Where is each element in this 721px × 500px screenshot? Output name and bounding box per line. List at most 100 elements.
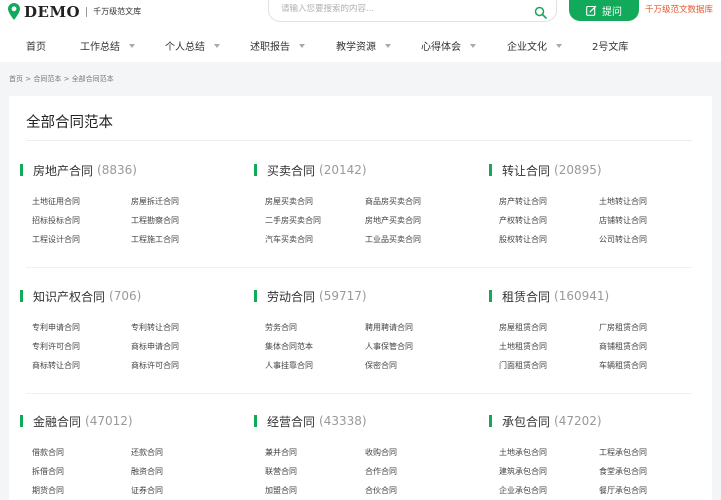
contract-link[interactable]: 集体合同范本 bbox=[265, 341, 313, 352]
contract-link[interactable]: 房屋租赁合同 bbox=[499, 322, 547, 333]
nav-label: 工作总结 bbox=[80, 42, 120, 53]
contract-link[interactable]: 土地承包合同 bbox=[499, 447, 547, 458]
section-header[interactable]: 租赁合同 (160941) bbox=[489, 289, 609, 304]
logo-subtitle: 千万级范文库 bbox=[86, 7, 141, 17]
contract-link[interactable]: 房地产买卖合同 bbox=[365, 215, 421, 226]
contract-link[interactable]: 餐厅承包合同 bbox=[599, 485, 647, 496]
nav-item-personal-summary[interactable]: 个人总结 bbox=[165, 38, 220, 53]
nav-item-experience[interactable]: 心得体会 bbox=[421, 38, 476, 53]
contract-link[interactable]: 车辆租赁合同 bbox=[599, 360, 647, 371]
contract-link[interactable]: 工程设计合同 bbox=[32, 234, 80, 245]
site-logo[interactable]: DEMO 千万级范文库 bbox=[8, 0, 141, 24]
contract-link[interactable]: 劳务合同 bbox=[265, 322, 297, 333]
contract-link[interactable]: 土地征用合同 bbox=[32, 196, 80, 207]
contract-link[interactable]: 食堂承包合同 bbox=[599, 466, 647, 477]
contract-link[interactable]: 企业承包合同 bbox=[499, 485, 547, 496]
section-count: (8836) bbox=[97, 163, 137, 177]
contract-link[interactable]: 二手房买卖合同 bbox=[265, 215, 321, 226]
nav-item-work-summary[interactable]: 工作总结 bbox=[80, 38, 135, 53]
contract-link[interactable]: 合伙合同 bbox=[365, 485, 397, 496]
section-title: 租赁合同 bbox=[502, 289, 551, 304]
nav-item-report[interactable]: 述职报告 bbox=[250, 38, 305, 53]
section-header[interactable]: 买卖合同 (20142) bbox=[254, 163, 367, 178]
contract-link[interactable]: 兼并合同 bbox=[265, 447, 297, 458]
contract-link[interactable]: 店铺转让合同 bbox=[599, 215, 647, 226]
contract-link[interactable]: 建筑承包合同 bbox=[499, 466, 547, 477]
contract-link[interactable]: 联营合同 bbox=[265, 466, 297, 477]
contract-link[interactable]: 工程勘察合同 bbox=[131, 215, 179, 226]
database-link[interactable]: 千万级范文数据库 bbox=[645, 3, 713, 15]
caret-down-icon bbox=[129, 43, 135, 48]
contract-link[interactable]: 人事保管合同 bbox=[365, 341, 413, 352]
section-header[interactable]: 房地产合同 (8836) bbox=[20, 163, 137, 178]
nav-label: 企业文化 bbox=[507, 42, 547, 53]
contract-link[interactable]: 商标转让合同 bbox=[32, 360, 80, 371]
ask-question-button[interactable]: 提问 bbox=[569, 0, 639, 21]
ask-button-label: 提问 bbox=[602, 7, 622, 18]
section-header[interactable]: 知识产权合同 (706) bbox=[20, 289, 141, 304]
accent-bar bbox=[489, 164, 492, 176]
nav-item-culture[interactable]: 企业文化 bbox=[507, 38, 562, 53]
caret-down-icon bbox=[556, 43, 562, 48]
section-header[interactable]: 金融合同 (47012) bbox=[20, 414, 133, 429]
nav-item-teaching[interactable]: 教学资源 bbox=[336, 38, 391, 53]
contract-link[interactable]: 招标投标合同 bbox=[32, 215, 80, 226]
section-header[interactable]: 转让合同 (20895) bbox=[489, 163, 602, 178]
breadcrumb-separator: > bbox=[63, 75, 70, 83]
accent-bar bbox=[489, 290, 492, 302]
contract-link[interactable]: 房屋买卖合同 bbox=[265, 196, 313, 207]
breadcrumb-contracts[interactable]: 合同范本 bbox=[33, 75, 61, 83]
section-header[interactable]: 承包合同 (47202) bbox=[489, 414, 602, 429]
contract-link[interactable]: 门面租赁合同 bbox=[499, 360, 547, 371]
section-header[interactable]: 经营合同 (43338) bbox=[254, 414, 367, 429]
contract-link[interactable]: 专利转让合同 bbox=[131, 322, 179, 333]
section-title: 买卖合同 bbox=[267, 163, 316, 178]
nav-label: 述职报告 bbox=[250, 42, 290, 53]
logo-wordmark: DEMO bbox=[24, 3, 81, 21]
contract-link[interactable]: 工程承包合同 bbox=[599, 447, 647, 458]
contract-link[interactable]: 聘用聘请合同 bbox=[365, 322, 413, 333]
contract-link[interactable]: 公司转让合同 bbox=[599, 234, 647, 245]
contract-link[interactable]: 厂房租赁合同 bbox=[599, 322, 647, 333]
contract-link[interactable]: 商铺租赁合同 bbox=[599, 341, 647, 352]
search-icon[interactable] bbox=[534, 4, 547, 19]
contract-link[interactable]: 产权转让合同 bbox=[499, 215, 547, 226]
contract-link[interactable]: 房屋拆迁合同 bbox=[131, 196, 179, 207]
contract-link[interactable]: 专利许可合同 bbox=[32, 341, 80, 352]
contract-link[interactable]: 房产转让合同 bbox=[499, 196, 547, 207]
contract-link[interactable]: 商标许可合同 bbox=[131, 360, 179, 371]
contract-link[interactable]: 工程施工合同 bbox=[131, 234, 179, 245]
nav-item-home[interactable]: 首页 bbox=[26, 38, 46, 53]
caret-down-icon bbox=[470, 43, 476, 48]
contract-link[interactable]: 融资合同 bbox=[131, 466, 163, 477]
contract-link[interactable]: 股权转让合同 bbox=[499, 234, 547, 245]
divider bbox=[26, 267, 692, 268]
accent-bar bbox=[254, 290, 257, 302]
nav-label: 心得体会 bbox=[421, 42, 461, 53]
contract-link[interactable]: 专利申请合同 bbox=[32, 322, 80, 333]
nav-item-library-2[interactable]: 2号文库 bbox=[592, 38, 628, 53]
contract-link[interactable]: 商标申请合同 bbox=[131, 341, 179, 352]
search-input[interactable] bbox=[281, 4, 521, 14]
contract-link[interactable]: 拆借合同 bbox=[32, 466, 64, 477]
contract-link[interactable]: 收购合同 bbox=[365, 447, 397, 458]
contract-link[interactable]: 借款合同 bbox=[32, 447, 64, 458]
breadcrumb-home[interactable]: 首页 bbox=[9, 75, 23, 83]
section-header[interactable]: 劳动合同 (59717) bbox=[254, 289, 367, 304]
contract-link[interactable]: 土地转让合同 bbox=[599, 196, 647, 207]
contract-link[interactable]: 合作合同 bbox=[365, 466, 397, 477]
contract-link[interactable]: 加盟合同 bbox=[265, 485, 297, 496]
caret-down-icon bbox=[214, 43, 220, 48]
contract-link[interactable]: 证券合同 bbox=[131, 485, 163, 496]
contract-link[interactable]: 工业品买卖合同 bbox=[365, 234, 421, 245]
section-count: (20895) bbox=[554, 163, 602, 177]
contract-link[interactable]: 商品房买卖合同 bbox=[365, 196, 421, 207]
contract-link[interactable]: 人事挂靠合同 bbox=[265, 360, 313, 371]
contract-link[interactable]: 保密合同 bbox=[365, 360, 397, 371]
page-title: 全部合同范本 bbox=[26, 115, 113, 131]
contract-link[interactable]: 还款合同 bbox=[131, 447, 163, 458]
location-pin-icon bbox=[8, 3, 20, 21]
contract-link[interactable]: 期货合同 bbox=[32, 485, 64, 496]
contract-link[interactable]: 土地租赁合同 bbox=[499, 341, 547, 352]
contract-link[interactable]: 汽车买卖合同 bbox=[265, 234, 313, 245]
